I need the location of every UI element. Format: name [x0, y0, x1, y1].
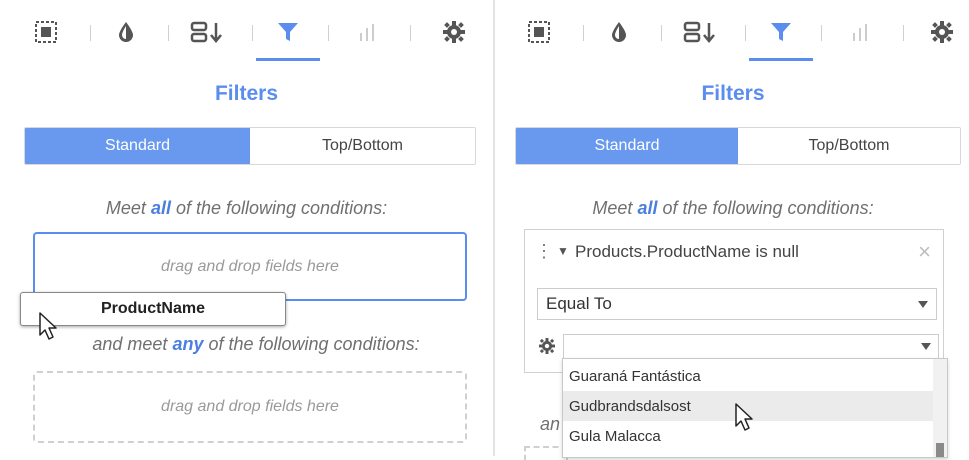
panel-title: Filters — [701, 82, 765, 105]
standard-tab[interactable]: Standard — [516, 128, 738, 164]
operator-value: Equal To — [546, 294, 612, 313]
filter-condition-card: ⋮ ▼ Products.ProductName is null × Equal… — [524, 229, 944, 373]
gear-icon[interactable] — [928, 18, 956, 46]
filter-card-header: ⋮ ▼ Products.ProductName is null × — [525, 230, 943, 274]
filter-expression: Products.ProductName is null — [575, 242, 799, 261]
sort-icon[interactable] — [190, 18, 226, 46]
gear-icon[interactable] — [440, 18, 468, 46]
gear-icon[interactable] — [537, 334, 557, 358]
filters-panel-right: Filters Standard Top/Bottom Meet all of … — [493, 0, 969, 460]
filter-icon[interactable] — [274, 18, 302, 46]
droplet-icon[interactable] — [605, 18, 633, 46]
select-region-icon[interactable] — [32, 18, 60, 46]
drag-handle-icon[interactable]: ⋮ — [535, 242, 553, 260]
filter-type-toggle: Standard Top/Bottom — [24, 127, 476, 165]
list-item[interactable]: Guaraná Fantástica — [563, 361, 933, 391]
collapse-arrow-icon[interactable]: ▼ — [557, 244, 569, 258]
any-conditions-label: and meet any of the following conditions… — [92, 334, 420, 354]
sort-icon[interactable] — [683, 18, 719, 46]
all-conditions-drop-zone[interactable]: drag and drop fields here — [33, 232, 467, 301]
bar-chart-icon[interactable] — [847, 18, 875, 46]
drop-placeholder: drag and drop fields here — [161, 398, 339, 415]
bar-chart-icon[interactable] — [354, 18, 382, 46]
any-conditions-drop-zone[interactable]: drag and drop fields here — [33, 371, 467, 443]
chevron-down-icon — [918, 301, 928, 308]
chevron-down-icon[interactable] — [921, 343, 931, 350]
droplet-icon[interactable] — [112, 18, 140, 46]
mouse-cursor-icon — [735, 403, 753, 431]
top-bottom-tab[interactable]: Top/Bottom — [250, 128, 475, 164]
filter-icon[interactable] — [767, 18, 795, 46]
close-icon[interactable]: × — [918, 239, 931, 265]
any-conditions-label-partial: an — [540, 414, 561, 434]
drop-placeholder: drag and drop fields here — [161, 257, 339, 275]
scrollbar[interactable] — [933, 359, 947, 457]
panel-title: Filters — [214, 82, 279, 105]
operator-select[interactable]: Equal To — [537, 288, 937, 320]
value-combobox[interactable] — [563, 334, 939, 360]
standard-tab[interactable]: Standard — [25, 128, 250, 164]
scrollbar-thumb[interactable] — [936, 443, 944, 457]
all-conditions-label: Meet all of the following conditions: — [592, 198, 874, 218]
filter-type-toggle: Standard Top/Bottom — [515, 127, 961, 165]
all-conditions-label: Meet all of the following conditions: — [105, 198, 388, 218]
filters-panel-left: Filters Standard Top/Bottom Meet all of … — [0, 0, 493, 456]
select-region-icon[interactable] — [525, 18, 553, 46]
mouse-cursor-icon — [39, 312, 57, 340]
top-bottom-tab[interactable]: Top/Bottom — [738, 128, 960, 164]
